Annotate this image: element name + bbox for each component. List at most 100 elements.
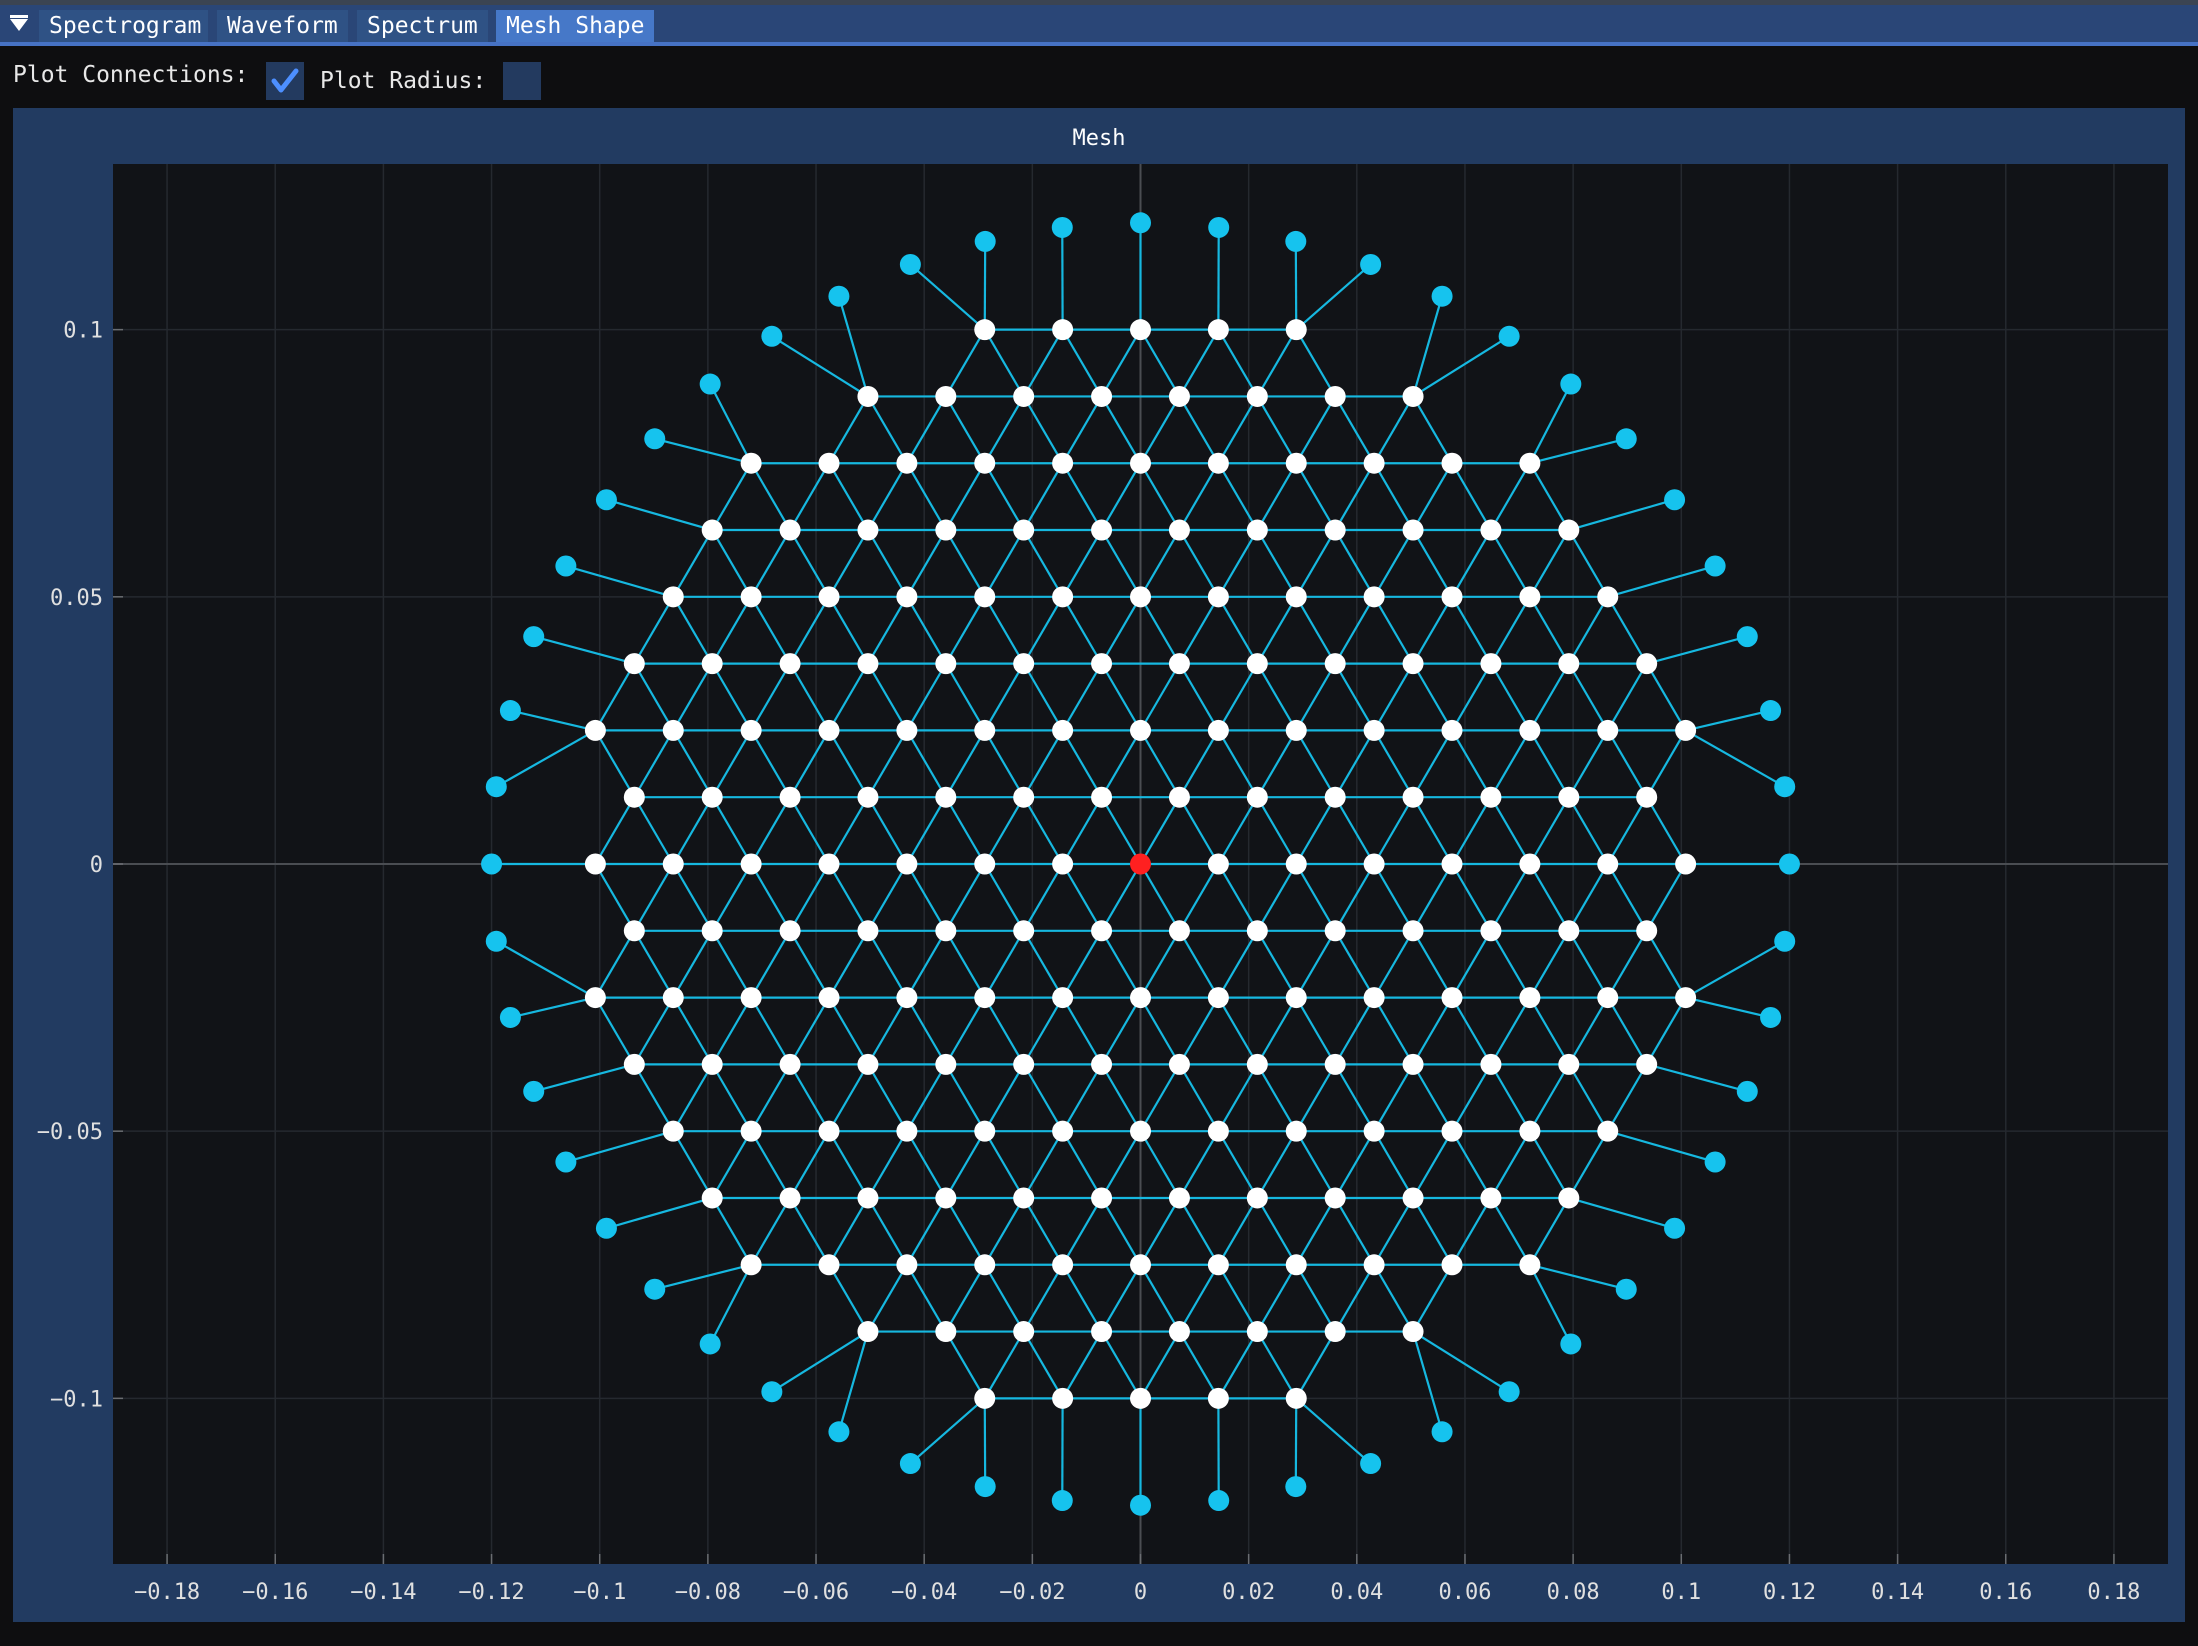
mesh-node	[662, 987, 684, 1009]
mesh-node	[740, 452, 762, 474]
mesh-node	[1402, 1187, 1424, 1209]
mesh-node	[1285, 853, 1307, 875]
mesh-node	[1480, 920, 1502, 942]
boundary-node	[1051, 216, 1073, 238]
mesh-node	[1324, 1053, 1346, 1075]
mesh-node	[1207, 1254, 1229, 1276]
mesh-node	[1285, 319, 1307, 341]
mesh-node	[1052, 719, 1074, 741]
boundary-node	[899, 253, 921, 275]
boundary-node	[828, 1421, 850, 1443]
mesh-node	[1091, 385, 1113, 407]
mesh-node	[1285, 452, 1307, 474]
mesh-node	[1091, 519, 1113, 541]
mesh-node	[701, 786, 723, 808]
mesh-node	[1675, 853, 1697, 875]
mesh-node	[1480, 1053, 1502, 1075]
mesh-node	[1675, 719, 1697, 741]
mesh-node	[857, 1053, 879, 1075]
mesh-node	[701, 920, 723, 942]
mesh-node	[1130, 1387, 1151, 1409]
x-tick-label: 0.02	[1222, 1580, 1275, 1605]
mesh-node	[1168, 1187, 1190, 1209]
mesh-node	[1207, 1387, 1229, 1409]
boundary-node	[523, 626, 545, 648]
boundary-node	[1208, 216, 1230, 238]
mesh-node	[974, 719, 996, 741]
y-tick-label: −0.05	[37, 1120, 103, 1145]
mesh-node	[857, 1321, 879, 1343]
mesh-node	[1558, 1187, 1580, 1209]
mesh-node	[1207, 319, 1229, 341]
x-tick-label: −0.18	[134, 1580, 200, 1605]
mesh-node	[1246, 1053, 1268, 1075]
mesh-node	[1363, 1120, 1385, 1142]
mesh-node	[1519, 719, 1541, 741]
mesh-node	[1597, 1120, 1619, 1142]
mesh-node	[974, 853, 996, 875]
mesh-node	[1402, 653, 1424, 675]
mesh-node	[1324, 786, 1346, 808]
boundary-node	[1130, 1494, 1151, 1516]
x-tick-label: −0.04	[891, 1580, 957, 1605]
mesh-node	[701, 653, 723, 675]
mesh-node	[623, 653, 645, 675]
x-tick-label: 0.14	[1871, 1580, 1924, 1605]
mesh-node	[1441, 987, 1463, 1009]
mesh-node	[974, 1254, 996, 1276]
boundary-node	[555, 1151, 577, 1173]
mesh-node	[1519, 1254, 1541, 1276]
y-tick-label: 0	[90, 853, 103, 878]
mesh-node	[1519, 1120, 1541, 1142]
boundary-node	[595, 1217, 617, 1239]
mesh-node	[1402, 786, 1424, 808]
boundary-node	[1360, 1453, 1382, 1475]
mesh-node	[1597, 853, 1619, 875]
mesh-node	[1168, 653, 1190, 675]
mesh-node	[1285, 586, 1307, 608]
boundary-node	[523, 1080, 545, 1102]
boundary-node	[1051, 1490, 1073, 1512]
mesh-node	[1363, 987, 1385, 1009]
boundary-node	[1774, 776, 1796, 798]
mesh-node	[1324, 519, 1346, 541]
mesh-node	[1285, 1254, 1307, 1276]
mesh-node	[740, 1254, 762, 1276]
boundary-node	[1360, 253, 1382, 275]
mesh-plot[interactable]: −0.18 −0.16 −0.14 −0.12 −0.1 −0.08 −0.06 −0.04 −…	[0, 0, 2198, 1646]
mesh-node	[1091, 1053, 1113, 1075]
mesh-node	[1519, 452, 1541, 474]
mesh-node	[818, 719, 840, 741]
boundary-node	[1560, 373, 1582, 395]
x-tick-label: −0.1	[573, 1580, 626, 1605]
mesh-node	[1480, 653, 1502, 675]
x-tick-label: 0.06	[1438, 1580, 1491, 1605]
x-tick-label: 0	[1134, 1580, 1147, 1605]
x-tick-label: 0.04	[1330, 1580, 1383, 1605]
y-tick-label: −0.1	[50, 1387, 103, 1412]
mesh-node	[779, 519, 801, 541]
mesh-node	[935, 385, 957, 407]
mesh-node	[1636, 1053, 1658, 1075]
mesh-node	[1558, 653, 1580, 675]
mesh-node	[818, 1120, 840, 1142]
mesh-node	[1168, 519, 1190, 541]
mesh-node	[1052, 987, 1074, 1009]
mesh-node	[1597, 586, 1619, 608]
mesh-node	[623, 1053, 645, 1075]
mesh-node	[1168, 385, 1190, 407]
mesh-node	[1324, 385, 1346, 407]
mesh-node	[1013, 385, 1035, 407]
x-tick-label: −0.12	[458, 1580, 524, 1605]
mesh-node	[740, 853, 762, 875]
y-tick-label: 0.1	[63, 319, 103, 344]
mesh-node	[1480, 1187, 1502, 1209]
boundary-node	[828, 285, 850, 307]
boundary-node	[644, 1278, 666, 1300]
mesh-node	[935, 1187, 957, 1209]
mesh-node	[1441, 1254, 1463, 1276]
boundary-node	[1208, 1490, 1230, 1512]
mesh-node	[701, 1187, 723, 1209]
mesh-node	[1441, 1120, 1463, 1142]
mesh-node	[1207, 719, 1229, 741]
